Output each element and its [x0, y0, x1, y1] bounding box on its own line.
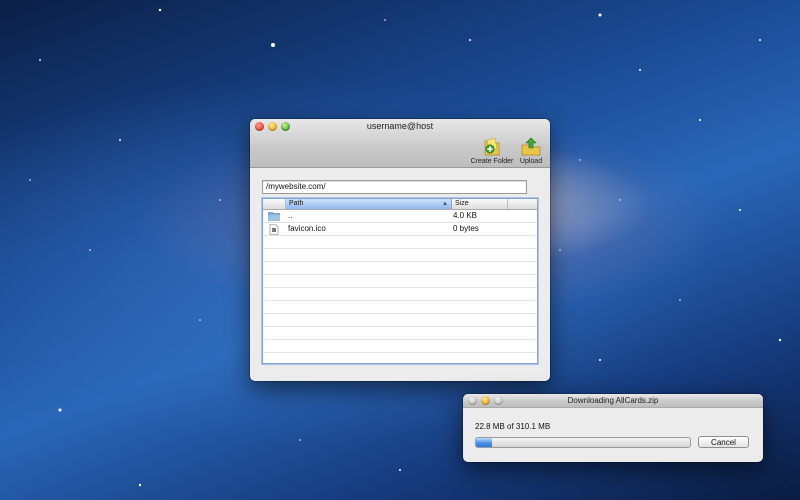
- upload-button[interactable]: Upload: [518, 137, 544, 165]
- cancel-button[interactable]: Cancel: [698, 436, 749, 448]
- column-header-path[interactable]: Path ▲: [286, 199, 452, 209]
- remote-path-input[interactable]: /mywebsite.com/: [262, 180, 527, 194]
- create-folder-icon: [484, 137, 500, 156]
- table-header: Path ▲ Size: [263, 199, 537, 210]
- window-title: username@host: [366, 121, 434, 131]
- ftp-browser-window: username@host Create Folder Upload /mywe…: [250, 119, 550, 381]
- empty-row: [263, 262, 537, 275]
- download-title: Downloading AllCards.zip: [567, 396, 659, 405]
- empty-row: [263, 236, 537, 249]
- upload-label: Upload: [519, 158, 543, 165]
- window-titlebar[interactable]: username@host Create Folder Upload: [250, 119, 550, 168]
- column-header-size[interactable]: Size: [452, 199, 508, 209]
- table-row[interactable]: .. 4.0 KB: [263, 210, 537, 223]
- download-titlebar[interactable]: Downloading AllCards.zip: [463, 394, 763, 408]
- folder-icon: [268, 212, 280, 221]
- empty-row: [263, 327, 537, 340]
- file-list-table[interactable]: Path ▲ Size .. 4.0 KB favicon.ico 0 byte…: [262, 198, 538, 366]
- empty-row: [263, 288, 537, 301]
- download-progress-window: Downloading AllCards.zip 22.8 MB of 310.…: [463, 394, 763, 462]
- file-icon: [269, 223, 279, 235]
- empty-row: [263, 340, 537, 353]
- download-status-text: 22.8 MB of 310.1 MB: [475, 422, 551, 431]
- download-progress-bar: [475, 437, 691, 448]
- empty-row: [263, 275, 537, 288]
- sort-ascending-icon: ▲: [442, 201, 448, 207]
- empty-row: [263, 353, 537, 366]
- empty-row: [263, 249, 537, 262]
- empty-row: [263, 301, 537, 314]
- column-header-icon[interactable]: [263, 199, 286, 209]
- download-progress-fill: [476, 438, 492, 447]
- empty-row: [263, 314, 537, 327]
- upload-icon: [521, 137, 541, 156]
- column-header-empty: [508, 199, 537, 209]
- create-folder-button[interactable]: Create Folder: [469, 137, 515, 165]
- table-row[interactable]: favicon.ico 0 bytes: [263, 223, 537, 236]
- create-folder-label: Create Folder: [470, 158, 514, 165]
